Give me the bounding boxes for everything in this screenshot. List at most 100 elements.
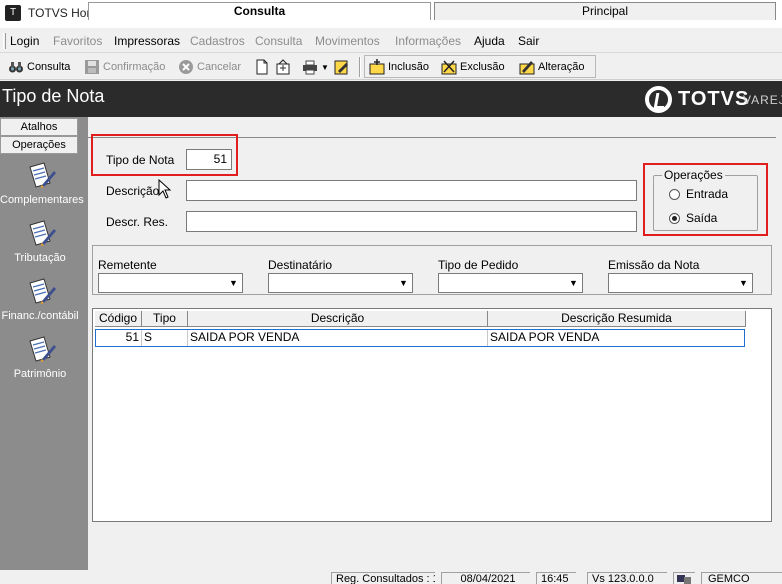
sidebar-tab-operacoes[interactable]: Operações bbox=[0, 136, 78, 154]
descricao-input[interactable] bbox=[186, 180, 637, 201]
tab-principal[interactable]: Principal bbox=[434, 2, 776, 20]
descr-res-input[interactable] bbox=[186, 211, 637, 232]
status-version: Vs 123.0.0.0 bbox=[587, 572, 667, 584]
new-document-button[interactable] bbox=[254, 57, 273, 77]
status-reg-consultados: Reg. Consultados : 1 bbox=[331, 572, 435, 584]
tab-consulta[interactable]: Consulta bbox=[88, 2, 431, 20]
emissao-nota-label: Emissão da Nota bbox=[608, 258, 700, 272]
app-icon: T bbox=[5, 5, 21, 21]
emissao-nota-select[interactable]: ▼ bbox=[608, 273, 753, 293]
chevron-down-icon[interactable]: ▼ bbox=[735, 274, 752, 292]
consulta-label: Consulta bbox=[27, 61, 71, 73]
menu-login[interactable]: Login bbox=[10, 34, 39, 48]
chevron-down-icon[interactable]: ▼ bbox=[225, 274, 242, 292]
destinatario-select[interactable]: ▼ bbox=[268, 273, 413, 293]
cancelar-label: Cancelar bbox=[197, 61, 242, 73]
chevron-down-icon: ▼ bbox=[321, 62, 329, 72]
totvs-logo-subtext: VAREJO bbox=[743, 93, 782, 107]
new-document-icon bbox=[254, 59, 270, 75]
column-header-tipo[interactable]: Tipo bbox=[142, 311, 188, 327]
toolbar-separator bbox=[359, 57, 361, 77]
cell-descricao-resumida: SAIDA POR VENDA bbox=[490, 330, 600, 344]
delete-icon bbox=[441, 59, 457, 75]
printer-icon bbox=[302, 59, 318, 75]
status-time: 16:45 bbox=[536, 572, 576, 584]
menu-impressoras[interactable]: Impressoras bbox=[114, 34, 180, 48]
alteracao-button[interactable]: Alteração bbox=[519, 57, 584, 77]
document-pencil-icon bbox=[24, 277, 56, 309]
column-header-descricao[interactable]: Descrição bbox=[188, 311, 488, 327]
operacoes-highlight bbox=[643, 163, 768, 236]
sidebar: Atalhos Operações Complementares Tributa… bbox=[0, 117, 88, 584]
tipo-pedido-label: Tipo de Pedido bbox=[438, 258, 519, 272]
menu-favoritos[interactable]: Favoritos bbox=[53, 34, 102, 48]
alteracao-label: Alteração bbox=[538, 61, 585, 73]
sidebar-tab-atalhos[interactable]: Atalhos bbox=[0, 118, 78, 136]
exclusao-button[interactable]: Exclusão bbox=[441, 57, 505, 77]
remetente-select[interactable]: ▼ bbox=[98, 273, 243, 293]
consulta-button[interactable]: Consulta bbox=[8, 57, 70, 77]
document-pencil-icon bbox=[24, 335, 56, 367]
menu-cadastros[interactable]: Cadastros bbox=[190, 34, 245, 48]
descricao-label: Descrição bbox=[106, 184, 160, 198]
sidebar-item-label: Tributação bbox=[14, 252, 66, 264]
toolbar: Consulta Confirmação Cancelar ▼ Inclusão… bbox=[0, 54, 782, 80]
sidebar-item-label: Financ./contábil bbox=[1, 310, 79, 322]
binoculars-icon bbox=[8, 59, 24, 75]
sidebar-item-label: Complementares bbox=[0, 194, 84, 206]
exclusao-label: Exclusão bbox=[460, 61, 505, 73]
export-icon bbox=[275, 59, 291, 75]
edit-button[interactable] bbox=[334, 57, 353, 77]
menu-sair[interactable]: Sair bbox=[518, 34, 539, 48]
tipo-nota-highlight bbox=[91, 134, 238, 176]
document-pencil-icon bbox=[24, 161, 56, 193]
destinatario-label: Destinatário bbox=[268, 258, 333, 272]
document-pencil-icon bbox=[24, 219, 56, 251]
menu-movimentos[interactable]: Movimentos bbox=[315, 34, 380, 48]
inclusao-button[interactable]: Inclusão bbox=[369, 57, 429, 77]
sidebar-panel: Complementares Tributação Financ./contáb… bbox=[0, 155, 85, 584]
results-grid[interactable]: Código Tipo Descrição Descrição Resumida… bbox=[92, 308, 772, 522]
modify-icon bbox=[519, 59, 535, 75]
status-date: 08/04/2021 bbox=[441, 572, 530, 584]
menu-bar: Login Favoritos Impressoras Cadastros Co… bbox=[0, 29, 782, 53]
remetente-label: Remetente bbox=[98, 258, 157, 272]
insert-icon bbox=[369, 59, 385, 75]
cell-codigo: 51 bbox=[96, 330, 142, 346]
export-button[interactable] bbox=[275, 57, 294, 77]
sidebar-item-label: Patrimônio bbox=[13, 368, 67, 380]
totvs-logo-text: TOTVS bbox=[678, 88, 750, 110]
sidebar-item-complementares[interactable]: Complementares bbox=[0, 161, 84, 206]
page-header: Tipo de Nota TOTVS VAREJO bbox=[0, 81, 782, 117]
menu-ajuda[interactable]: Ajuda bbox=[474, 34, 505, 48]
descr-res-label: Descr. Res. bbox=[106, 215, 169, 229]
save-icon bbox=[84, 59, 100, 75]
edit-document-icon bbox=[334, 59, 350, 75]
print-button[interactable]: ▼ bbox=[302, 57, 329, 77]
page-title: Tipo de Nota bbox=[2, 86, 105, 106]
sidebar-item-financ-contabil[interactable]: Financ./contábil bbox=[0, 277, 80, 322]
tipo-pedido-select[interactable]: ▼ bbox=[438, 273, 583, 293]
sidebar-item-patrimonio[interactable]: Patrimônio bbox=[0, 335, 80, 380]
column-header-codigo[interactable]: Código bbox=[95, 311, 142, 327]
confirmacao-button[interactable]: Confirmação bbox=[84, 57, 165, 77]
inclusao-label: Inclusão bbox=[388, 61, 429, 73]
mouse-cursor-icon bbox=[158, 178, 172, 202]
column-header-descricao-resumida[interactable]: Descrição Resumida bbox=[488, 311, 746, 327]
chevron-down-icon[interactable]: ▼ bbox=[565, 274, 582, 292]
menu-informacoes[interactable]: Informações bbox=[395, 34, 461, 48]
status-system: GEMCO bbox=[701, 572, 782, 584]
grid-header: Código Tipo Descrição Descrição Resumida bbox=[95, 311, 748, 327]
menu-grip bbox=[3, 33, 6, 49]
totvs-logo-icon bbox=[645, 86, 672, 113]
confirmacao-label: Confirmação bbox=[103, 61, 166, 73]
network-icon bbox=[673, 572, 695, 584]
cancelar-button[interactable]: Cancelar bbox=[178, 57, 241, 77]
chevron-down-icon[interactable]: ▼ bbox=[395, 274, 412, 292]
cell-descricao: SAIDA POR VENDA bbox=[188, 330, 488, 346]
cancel-icon bbox=[178, 59, 194, 75]
status-bar: Reg. Consultados : 1 08/04/2021 16:45 Vs… bbox=[0, 570, 782, 584]
sidebar-item-tributacao[interactable]: Tributação bbox=[0, 219, 80, 264]
menu-consulta[interactable]: Consulta bbox=[255, 34, 302, 48]
table-row[interactable]: 51 S SAIDA POR VENDA SAIDA POR VENDA bbox=[95, 329, 745, 347]
